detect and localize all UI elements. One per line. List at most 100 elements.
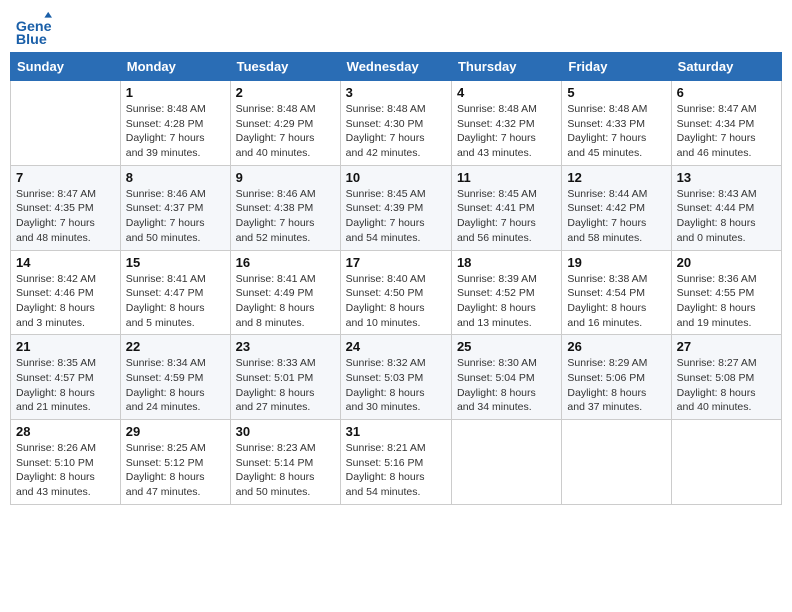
week-row-2: 7 Sunrise: 8:47 AM Sunset: 4:35 PM Daylig…: [11, 165, 782, 250]
day-info: Sunrise: 8:32 AM Sunset: 5:03 PM Dayligh…: [346, 356, 446, 415]
calendar-cell: 4Sunrise: 8:48 AM Sunset: 4:32 PM Daylig…: [451, 81, 561, 166]
day-number: 18: [457, 255, 556, 270]
day-info: Sunrise: 8:41 AM Sunset: 4:49 PM Dayligh…: [236, 272, 335, 331]
day-info: Sunrise: 8:48 AM Sunset: 4:33 PM Dayligh…: [567, 102, 665, 161]
calendar-table: SundayMondayTuesdayWednesdayThursdayFrid…: [10, 52, 782, 505]
day-number: 4: [457, 85, 556, 100]
calendar-cell: 8 Sunrise: 8:46 AM Sunset: 4:37 PM Daylig…: [120, 165, 230, 250]
day-info: Sunrise: 8:34 AM Sunset: 4:59 PM Dayligh…: [126, 356, 225, 415]
calendar-cell: 19 Sunrise: 8:38 AM Sunset: 4:54 PM Dayli…: [562, 250, 671, 335]
day-number: 29: [126, 424, 225, 439]
day-number: 24: [346, 339, 446, 354]
day-number: 21: [16, 339, 115, 354]
day-header-monday: Monday: [120, 53, 230, 81]
calendar-cell: 23 Sunrise: 8:33 AM Sunset: 5:01 PM Dayli…: [230, 335, 340, 420]
calendar-cell: [11, 81, 121, 166]
day-number: 12: [567, 170, 665, 185]
day-number: 31: [346, 424, 446, 439]
day-header-sunday: Sunday: [11, 53, 121, 81]
day-number: 30: [236, 424, 335, 439]
week-row-5: 28Sunrise: 8:26 AM Sunset: 5:10 PM Dayli…: [11, 420, 782, 505]
day-number: 13: [677, 170, 776, 185]
calendar-cell: 17 Sunrise: 8:40 AM Sunset: 4:50 PM Dayli…: [340, 250, 451, 335]
day-info: Sunrise: 8:40 AM Sunset: 4:50 PM Dayligh…: [346, 272, 446, 331]
day-number: 7: [16, 170, 115, 185]
day-number: 16: [236, 255, 335, 270]
calendar-cell: 18 Sunrise: 8:39 AM Sunset: 4:52 PM Dayli…: [451, 250, 561, 335]
calendar-cell: 6Sunrise: 8:47 AM Sunset: 4:34 PM Daylig…: [671, 81, 781, 166]
day-header-tuesday: Tuesday: [230, 53, 340, 81]
day-number: 11: [457, 170, 556, 185]
calendar-cell: 29 Sunrise: 8:25 AM Sunset: 5:12 PM Dayli…: [120, 420, 230, 505]
calendar-cell: 28Sunrise: 8:26 AM Sunset: 5:10 PM Dayli…: [11, 420, 121, 505]
day-header-saturday: Saturday: [671, 53, 781, 81]
day-number: 6: [677, 85, 776, 100]
calendar-cell: 26Sunrise: 8:29 AM Sunset: 5:06 PM Dayli…: [562, 335, 671, 420]
day-info: Sunrise: 8:47 AM Sunset: 4:35 PM Dayligh…: [16, 187, 115, 246]
calendar-cell: [671, 420, 781, 505]
day-info: Sunrise: 8:25 AM Sunset: 5:12 PM Dayligh…: [126, 441, 225, 500]
day-header-friday: Friday: [562, 53, 671, 81]
day-number: 8: [126, 170, 225, 185]
day-info: Sunrise: 8:38 AM Sunset: 4:54 PM Dayligh…: [567, 272, 665, 331]
day-number: 19: [567, 255, 665, 270]
calendar-cell: 11 Sunrise: 8:45 AM Sunset: 4:41 PM Dayli…: [451, 165, 561, 250]
day-header-thursday: Thursday: [451, 53, 561, 81]
calendar-cell: 20Sunrise: 8:36 AM Sunset: 4:55 PM Dayli…: [671, 250, 781, 335]
calendar-cell: [562, 420, 671, 505]
day-info: Sunrise: 8:43 AM Sunset: 4:44 PM Dayligh…: [677, 187, 776, 246]
day-info: Sunrise: 8:26 AM Sunset: 5:10 PM Dayligh…: [16, 441, 115, 500]
calendar-cell: 30 Sunrise: 8:23 AM Sunset: 5:14 PM Dayli…: [230, 420, 340, 505]
day-info: Sunrise: 8:48 AM Sunset: 4:29 PM Dayligh…: [236, 102, 335, 161]
day-number: 15: [126, 255, 225, 270]
week-row-3: 14 Sunrise: 8:42 AM Sunset: 4:46 PM Dayli…: [11, 250, 782, 335]
day-number: 5: [567, 85, 665, 100]
day-info: Sunrise: 8:42 AM Sunset: 4:46 PM Dayligh…: [16, 272, 115, 331]
day-number: 23: [236, 339, 335, 354]
day-info: Sunrise: 8:41 AM Sunset: 4:47 PM Dayligh…: [126, 272, 225, 331]
calendar-cell: 2 Sunrise: 8:48 AM Sunset: 4:29 PM Daylig…: [230, 81, 340, 166]
calendar-cell: 10 Sunrise: 8:45 AM Sunset: 4:39 PM Dayli…: [340, 165, 451, 250]
calendar-cell: 14 Sunrise: 8:42 AM Sunset: 4:46 PM Dayli…: [11, 250, 121, 335]
calendar-cell: 25 Sunrise: 8:30 AM Sunset: 5:04 PM Dayli…: [451, 335, 561, 420]
day-info: Sunrise: 8:30 AM Sunset: 5:04 PM Dayligh…: [457, 356, 556, 415]
day-info: Sunrise: 8:45 AM Sunset: 4:39 PM Dayligh…: [346, 187, 446, 246]
calendar-cell: 3Sunrise: 8:48 AM Sunset: 4:30 PM Daylig…: [340, 81, 451, 166]
day-info: Sunrise: 8:23 AM Sunset: 5:14 PM Dayligh…: [236, 441, 335, 500]
day-info: Sunrise: 8:35 AM Sunset: 4:57 PM Dayligh…: [16, 356, 115, 415]
day-number: 25: [457, 339, 556, 354]
calendar-cell: 5 Sunrise: 8:48 AM Sunset: 4:33 PM Daylig…: [562, 81, 671, 166]
calendar-cell: [451, 420, 561, 505]
day-number: 1: [126, 85, 225, 100]
calendar-cell: 15 Sunrise: 8:41 AM Sunset: 4:47 PM Dayli…: [120, 250, 230, 335]
day-number: 10: [346, 170, 446, 185]
day-number: 17: [346, 255, 446, 270]
day-header-wednesday: Wednesday: [340, 53, 451, 81]
day-info: Sunrise: 8:46 AM Sunset: 4:37 PM Dayligh…: [126, 187, 225, 246]
calendar-cell: 22 Sunrise: 8:34 AM Sunset: 4:59 PM Dayli…: [120, 335, 230, 420]
calendar-cell: 24 Sunrise: 8:32 AM Sunset: 5:03 PM Dayli…: [340, 335, 451, 420]
calendar-cell: 16 Sunrise: 8:41 AM Sunset: 4:49 PM Dayli…: [230, 250, 340, 335]
day-number: 2: [236, 85, 335, 100]
week-row-1: 1 Sunrise: 8:48 AM Sunset: 4:28 PM Daylig…: [11, 81, 782, 166]
week-row-4: 21 Sunrise: 8:35 AM Sunset: 4:57 PM Dayli…: [11, 335, 782, 420]
day-info: Sunrise: 8:36 AM Sunset: 4:55 PM Dayligh…: [677, 272, 776, 331]
day-info: Sunrise: 8:29 AM Sunset: 5:06 PM Dayligh…: [567, 356, 665, 415]
day-number: 14: [16, 255, 115, 270]
day-info: Sunrise: 8:21 AM Sunset: 5:16 PM Dayligh…: [346, 441, 446, 500]
calendar-cell: 1 Sunrise: 8:48 AM Sunset: 4:28 PM Daylig…: [120, 81, 230, 166]
day-info: Sunrise: 8:46 AM Sunset: 4:38 PM Dayligh…: [236, 187, 335, 246]
page-header: General Blue: [10, 10, 782, 48]
day-number: 27: [677, 339, 776, 354]
logo: General Blue: [14, 10, 56, 48]
calendar-cell: 9Sunrise: 8:46 AM Sunset: 4:38 PM Daylig…: [230, 165, 340, 250]
day-number: 22: [126, 339, 225, 354]
day-info: Sunrise: 8:48 AM Sunset: 4:28 PM Dayligh…: [126, 102, 225, 161]
day-number: 3: [346, 85, 446, 100]
day-info: Sunrise: 8:27 AM Sunset: 5:08 PM Dayligh…: [677, 356, 776, 415]
day-info: Sunrise: 8:33 AM Sunset: 5:01 PM Dayligh…: [236, 356, 335, 415]
calendar-cell: 12Sunrise: 8:44 AM Sunset: 4:42 PM Dayli…: [562, 165, 671, 250]
day-info: Sunrise: 8:39 AM Sunset: 4:52 PM Dayligh…: [457, 272, 556, 331]
calendar-cell: 13 Sunrise: 8:43 AM Sunset: 4:44 PM Dayli…: [671, 165, 781, 250]
day-info: Sunrise: 8:45 AM Sunset: 4:41 PM Dayligh…: [457, 187, 556, 246]
